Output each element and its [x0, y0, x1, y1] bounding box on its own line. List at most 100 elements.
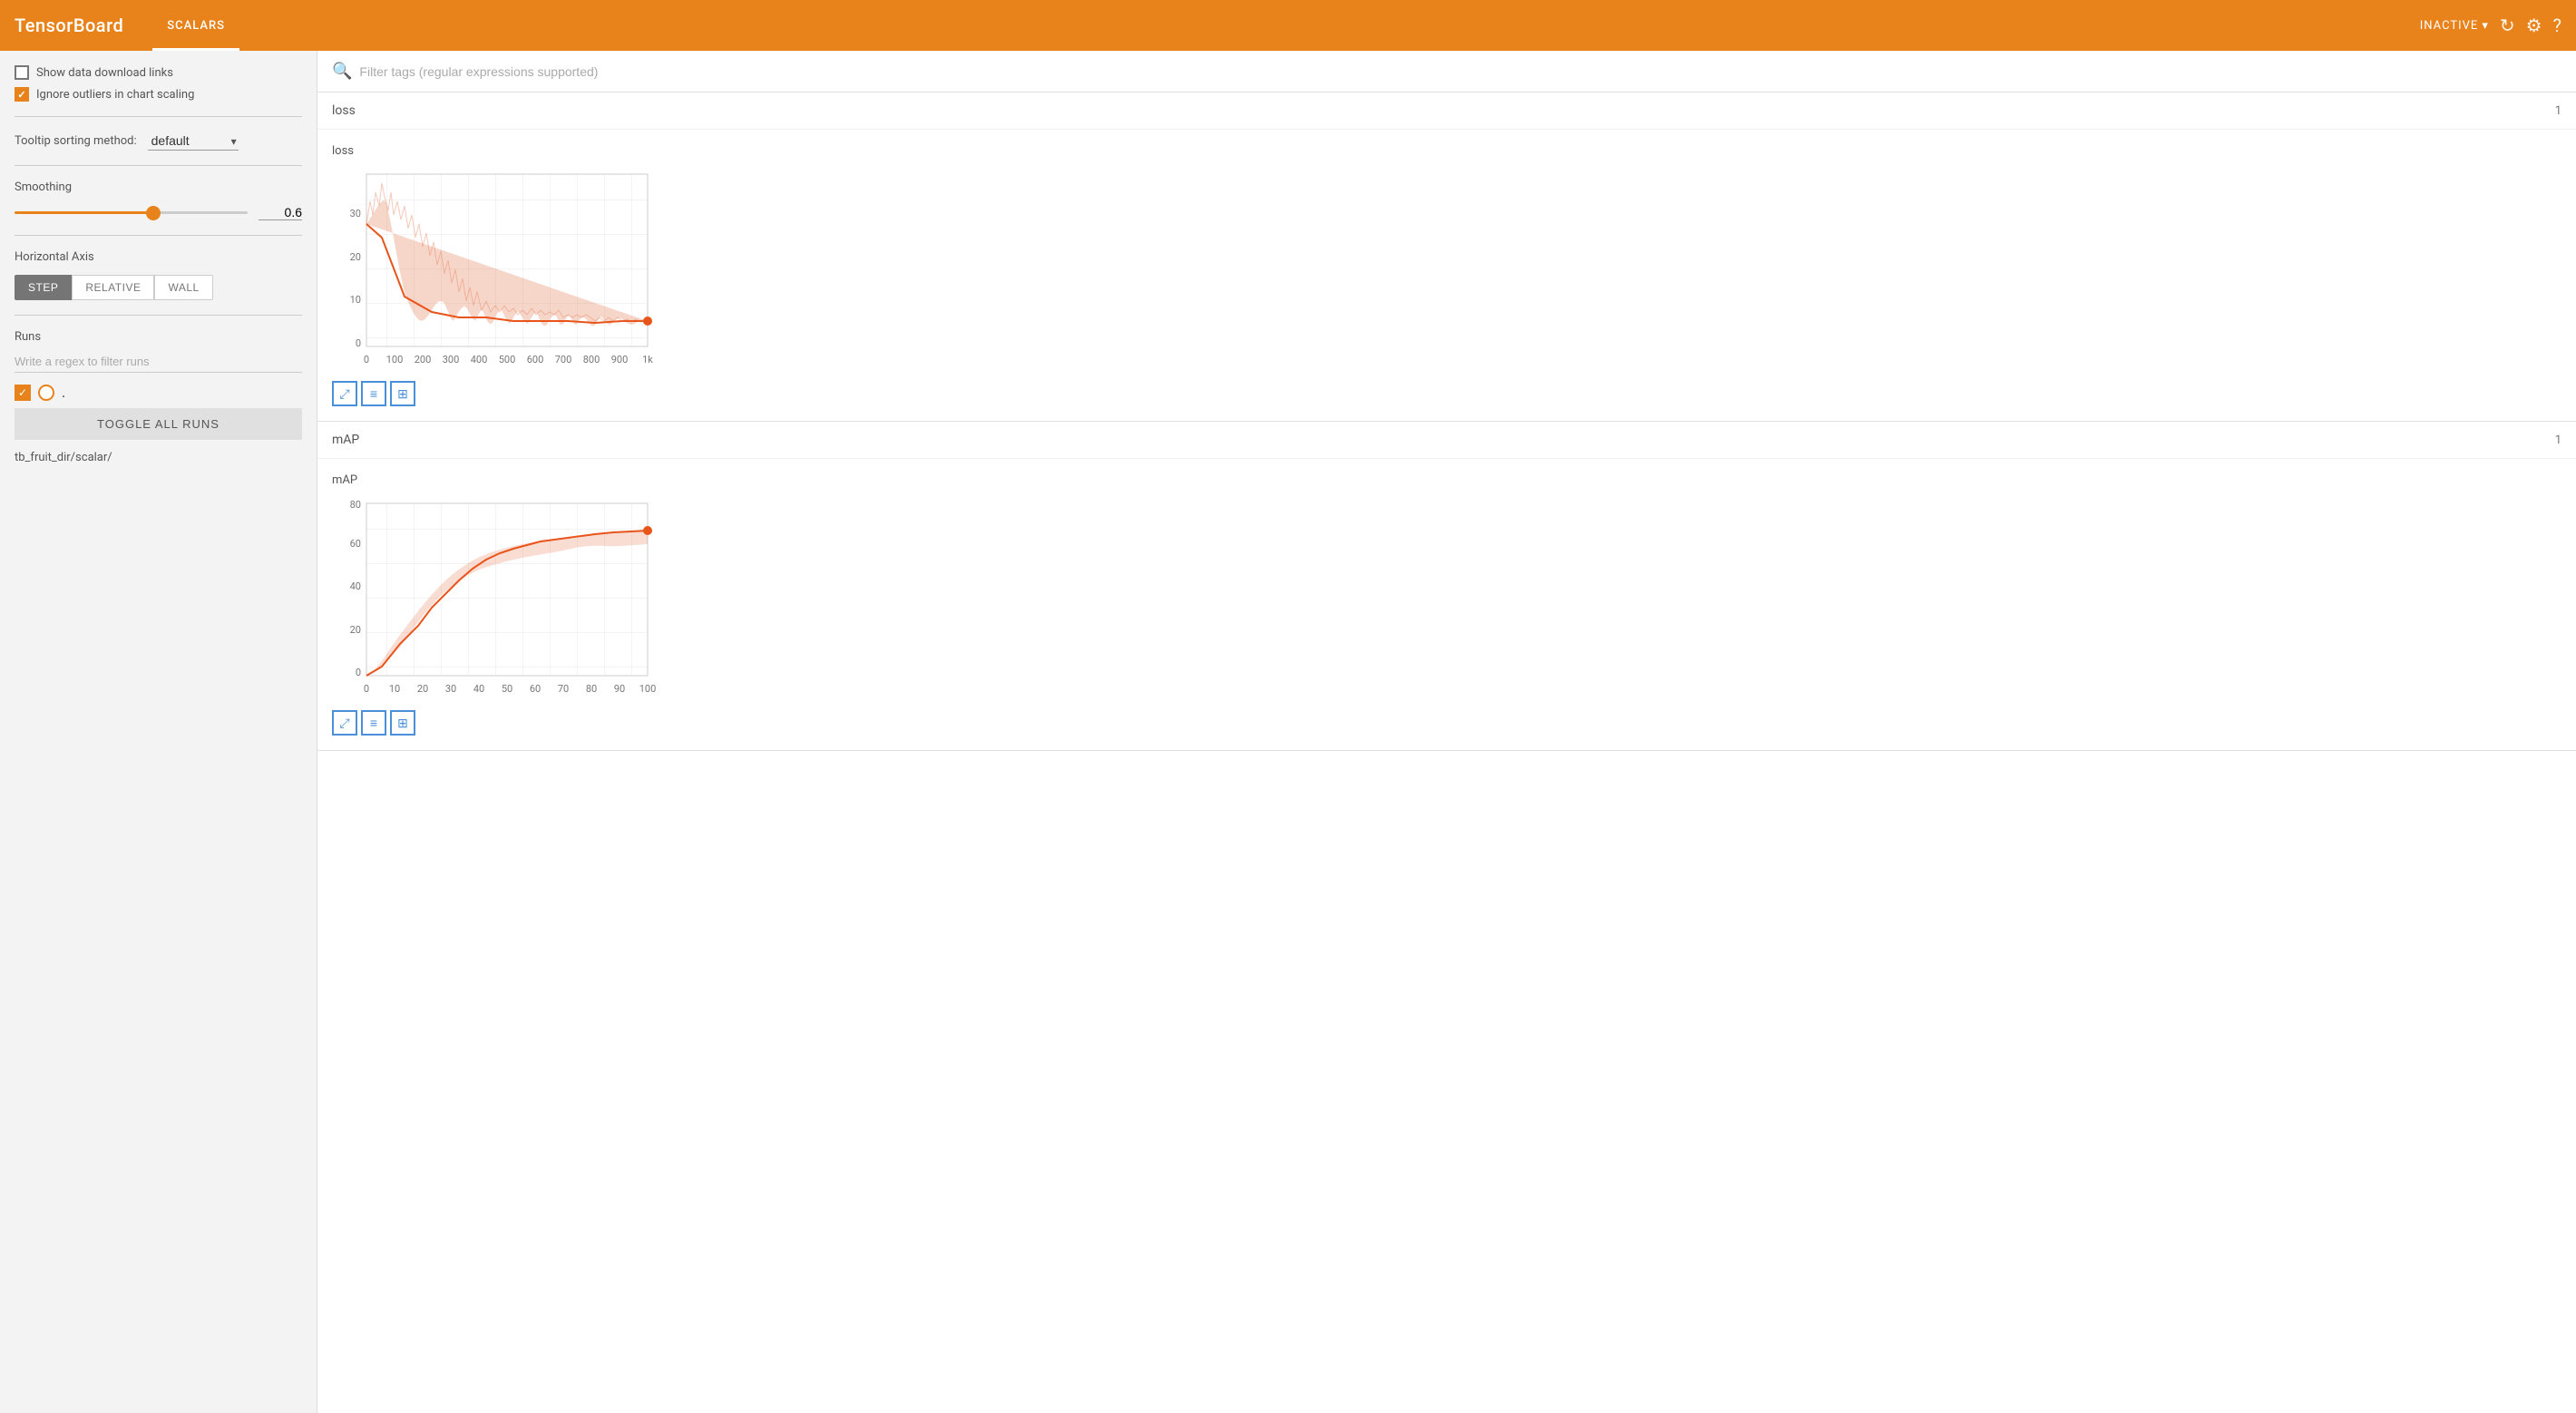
tooltip-section: Tooltip sorting method: default ascendin…: [15, 132, 302, 151]
svg-text:0: 0: [356, 667, 361, 678]
svg-text:100: 100: [386, 354, 404, 365]
svg-text:700: 700: [555, 354, 572, 365]
loss-chart: 0 10 20 30 0 100 200 300 400 500 600 700…: [332, 165, 659, 374]
settings-icon[interactable]: ⚙: [2526, 15, 2542, 36]
svg-text:30: 30: [350, 208, 361, 219]
smoothing-slider[interactable]: [15, 211, 248, 214]
svg-text:60: 60: [530, 683, 541, 695]
svg-text:90: 90: [614, 683, 625, 695]
svg-text:0: 0: [364, 683, 369, 695]
map-chart-container: mAP 0 20 40 60 80 0 10: [317, 459, 2576, 750]
smoothing-label: Smoothing: [15, 180, 302, 194]
map-lines-button[interactable]: ≡: [361, 710, 386, 736]
sidebar: Show data download links Ignore outliers…: [0, 51, 317, 1413]
map-section-count: 1: [2555, 434, 2561, 447]
status-dropdown[interactable]: INACTIVE ▾: [2420, 19, 2489, 33]
svg-text:600: 600: [527, 354, 544, 365]
divider-1: [15, 116, 302, 117]
ignore-outliers-label: Ignore outliers in chart scaling: [36, 88, 194, 102]
svg-text:50: 50: [502, 683, 512, 695]
nav-scalars[interactable]: SCALARS: [152, 0, 239, 51]
svg-text:10: 10: [389, 683, 400, 695]
toggle-all-runs-button[interactable]: TOGGLE ALL RUNS: [15, 408, 302, 440]
tooltip-sorting-label: Tooltip sorting method:: [15, 134, 137, 148]
tooltip-select-wrapper: default ascending descending nearest ▾: [148, 132, 239, 151]
svg-text:0: 0: [356, 337, 361, 349]
tooltip-sorting-select[interactable]: default ascending descending nearest: [148, 132, 239, 151]
header: TensorBoard SCALARS INACTIVE ▾ ↻ ⚙ ?: [0, 0, 2576, 51]
svg-text:300: 300: [443, 354, 460, 365]
run-circle: [38, 385, 54, 401]
svg-text:60: 60: [350, 538, 361, 550]
svg-text:20: 20: [350, 624, 361, 636]
loss-section-count: 1: [2555, 104, 2561, 118]
runs-section: Runs . TOGGLE ALL RUNS tb_fruit_dir/scal…: [15, 330, 302, 464]
tooltip-row: Tooltip sorting method: default ascendin…: [15, 132, 302, 151]
svg-text:1k: 1k: [642, 354, 653, 365]
show-data-links-checkbox[interactable]: Show data download links: [15, 65, 302, 80]
loss-section-title: loss: [332, 103, 356, 118]
divider-2: [15, 165, 302, 166]
loss-section-header[interactable]: loss 1: [317, 93, 2576, 130]
horizontal-axis-label: Horizontal Axis: [15, 250, 302, 264]
svg-text:30: 30: [445, 683, 456, 695]
axis-wall-button[interactable]: WALL: [154, 275, 212, 300]
axis-step-button[interactable]: STEP: [15, 275, 72, 300]
runs-filter-input[interactable]: [15, 351, 302, 373]
svg-text:0: 0: [364, 354, 369, 365]
svg-text:40: 40: [350, 580, 361, 592]
svg-text:500: 500: [499, 354, 516, 365]
loss-section: loss 1 loss 0 10 20 30: [317, 93, 2576, 422]
show-data-links-label: Show data download links: [36, 66, 173, 80]
map-chart: 0 20 40 60 80 0 10 20 30 40 50 60 70 80 …: [332, 494, 659, 703]
map-chart-actions: ⤢ ≡ ⊞: [332, 710, 2561, 736]
map-dots-button[interactable]: ⊞: [390, 710, 415, 736]
svg-text:70: 70: [558, 683, 569, 695]
svg-text:20: 20: [350, 251, 361, 263]
header-right: INACTIVE ▾ ↻ ⚙ ?: [2420, 15, 2561, 36]
search-icon: 🔍: [332, 62, 352, 81]
svg-text:100: 100: [639, 683, 657, 695]
show-data-links-box: [15, 65, 29, 80]
ignore-outliers-box: [15, 87, 29, 102]
refresh-icon[interactable]: ↻: [2500, 15, 2515, 36]
runs-label: Runs: [15, 330, 302, 344]
slider-row: 0.6: [15, 205, 302, 220]
header-left: TensorBoard SCALARS: [15, 0, 239, 51]
svg-text:800: 800: [583, 354, 600, 365]
loss-chart-title: loss: [332, 144, 2561, 158]
map-section-title: mAP: [332, 433, 359, 447]
svg-text:900: 900: [611, 354, 629, 365]
ignore-outliers-checkbox[interactable]: Ignore outliers in chart scaling: [15, 87, 302, 102]
svg-text:40: 40: [473, 683, 484, 695]
loss-expand-button[interactable]: ⤢: [332, 381, 357, 406]
smoothing-section: Smoothing 0.6: [15, 180, 302, 220]
loss-chart-actions: ⤢ ≡ ⊞: [332, 381, 2561, 406]
divider-3: [15, 235, 302, 236]
divider-4: [15, 315, 302, 316]
map-chart-title: mAP: [332, 473, 2561, 487]
loss-lines-button[interactable]: ≡: [361, 381, 386, 406]
svg-text:80: 80: [350, 499, 361, 511]
logo: TensorBoard: [15, 15, 123, 36]
filter-bar: 🔍: [317, 51, 2576, 93]
axis-relative-button[interactable]: RELATIVE: [72, 275, 154, 300]
filter-tags-input[interactable]: [359, 64, 2561, 79]
map-section-header[interactable]: mAP 1: [317, 422, 2576, 459]
chevron-down-icon: ▾: [2482, 19, 2489, 33]
help-icon[interactable]: ?: [2553, 15, 2561, 36]
smoothing-value[interactable]: 0.6: [259, 205, 302, 220]
map-expand-button[interactable]: ⤢: [332, 710, 357, 736]
nav: SCALARS: [152, 0, 239, 51]
run-item: .: [15, 384, 302, 401]
svg-text:400: 400: [471, 354, 488, 365]
svg-text:20: 20: [417, 683, 428, 695]
run-name: tb_fruit_dir/scalar/: [15, 451, 302, 464]
loss-dots-button[interactable]: ⊞: [390, 381, 415, 406]
run-checkbox[interactable]: [15, 385, 31, 401]
axis-section: Horizontal Axis STEP RELATIVE WALL: [15, 250, 302, 300]
layout: Show data download links Ignore outliers…: [0, 51, 2576, 1413]
map-section: mAP 1 mAP 0 20 40 60 80: [317, 422, 2576, 751]
svg-text:80: 80: [586, 683, 597, 695]
run-dot: .: [62, 384, 65, 401]
